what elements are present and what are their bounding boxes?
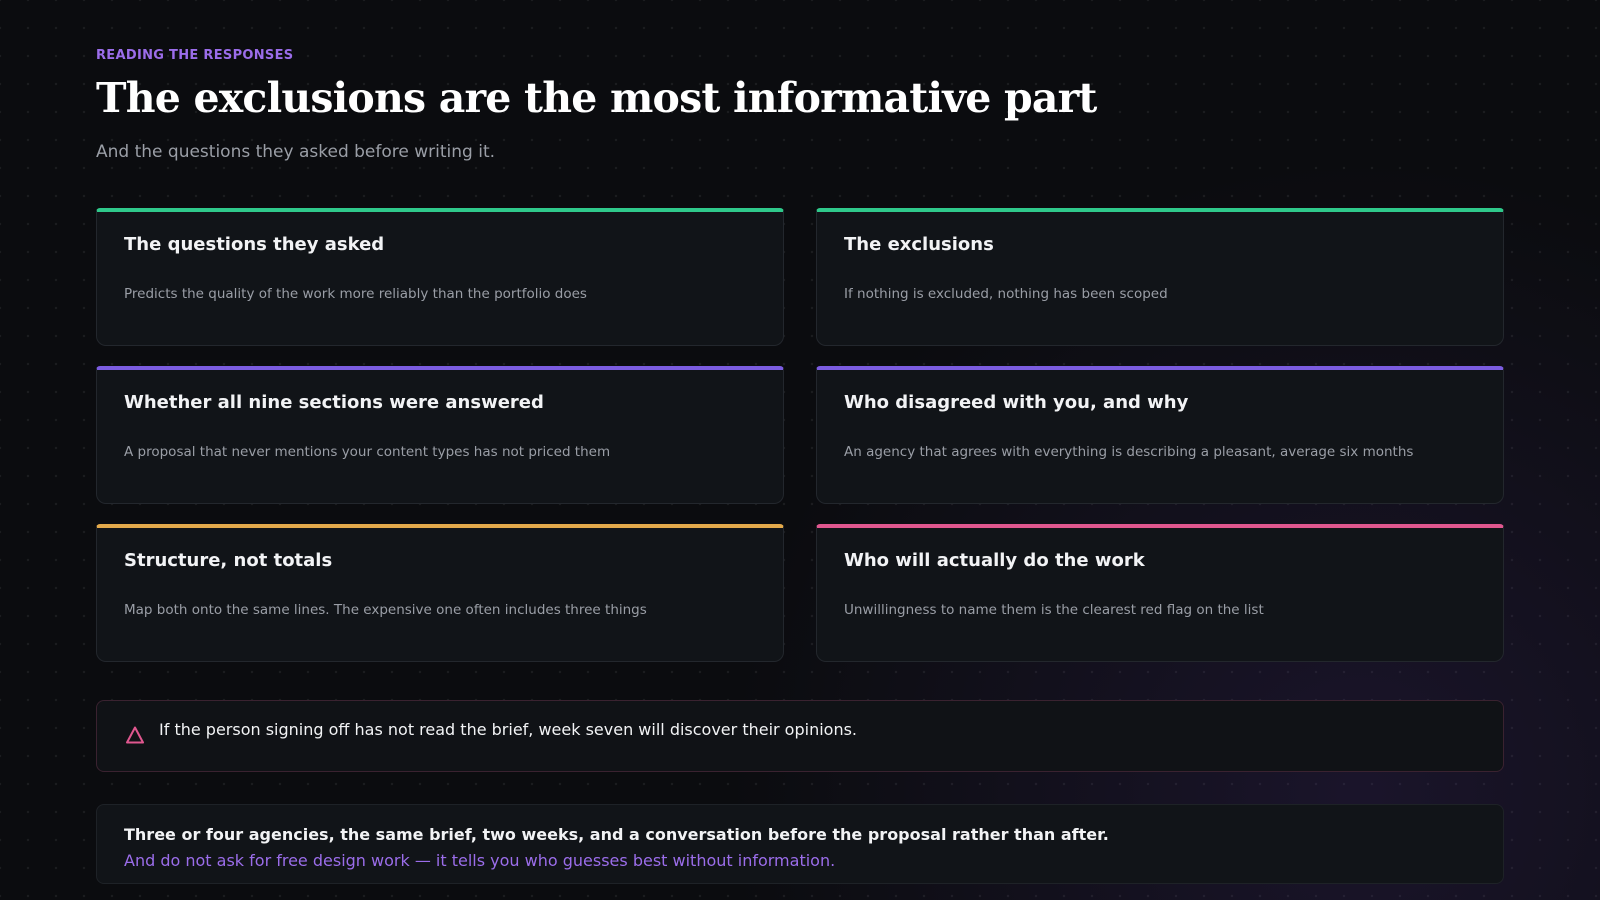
card-text: A proposal that never mentions your cont… [124, 444, 611, 460]
card-title: Whether all nine sections were answered [124, 392, 544, 413]
card-title: Structure, not totals [124, 550, 333, 571]
card-title: Who disagreed with you, and why [844, 392, 1189, 413]
summary-line-primary: Three or four agencies, the same brief, … [124, 825, 1109, 844]
warning-callout: If the person signing off has not read t… [96, 700, 1504, 772]
card-title: Who will actually do the work [844, 550, 1145, 571]
card-text: Unwillingness to name them is the cleare… [844, 602, 1264, 618]
card-text: Predicts the quality of the work more re… [124, 286, 587, 302]
warning-triangle-icon [126, 726, 144, 744]
criteria-card: Who will actually do the work Unwillingn… [816, 524, 1504, 662]
card-text: An agency that agrees with everything is… [844, 444, 1414, 460]
criteria-card: Whether all nine sections were answered … [96, 366, 784, 504]
criteria-card: Who disagreed with you, and why An agenc… [816, 366, 1504, 504]
page-subtitle: And the questions they asked before writ… [96, 142, 496, 162]
criteria-card: The questions they asked Predicts the qu… [96, 208, 784, 346]
page-title: The exclusions are the most informative … [96, 74, 1097, 122]
card-title: The exclusions [844, 234, 994, 255]
card-title: The questions they asked [124, 234, 385, 255]
card-text: If nothing is excluded, nothing has been… [844, 286, 1168, 302]
criteria-card: The exclusions If nothing is excluded, n… [816, 208, 1504, 346]
criteria-card: Structure, not totals Map both onto the … [96, 524, 784, 662]
summary-callout: Three or four agencies, the same brief, … [96, 804, 1504, 884]
card-text: Map both onto the same lines. The expens… [124, 602, 647, 618]
eyebrow-label: READING THE RESPONSES [96, 48, 294, 63]
summary-line-accent: And do not ask for free design work — it… [124, 851, 836, 870]
warning-text: If the person signing off has not read t… [159, 720, 858, 739]
